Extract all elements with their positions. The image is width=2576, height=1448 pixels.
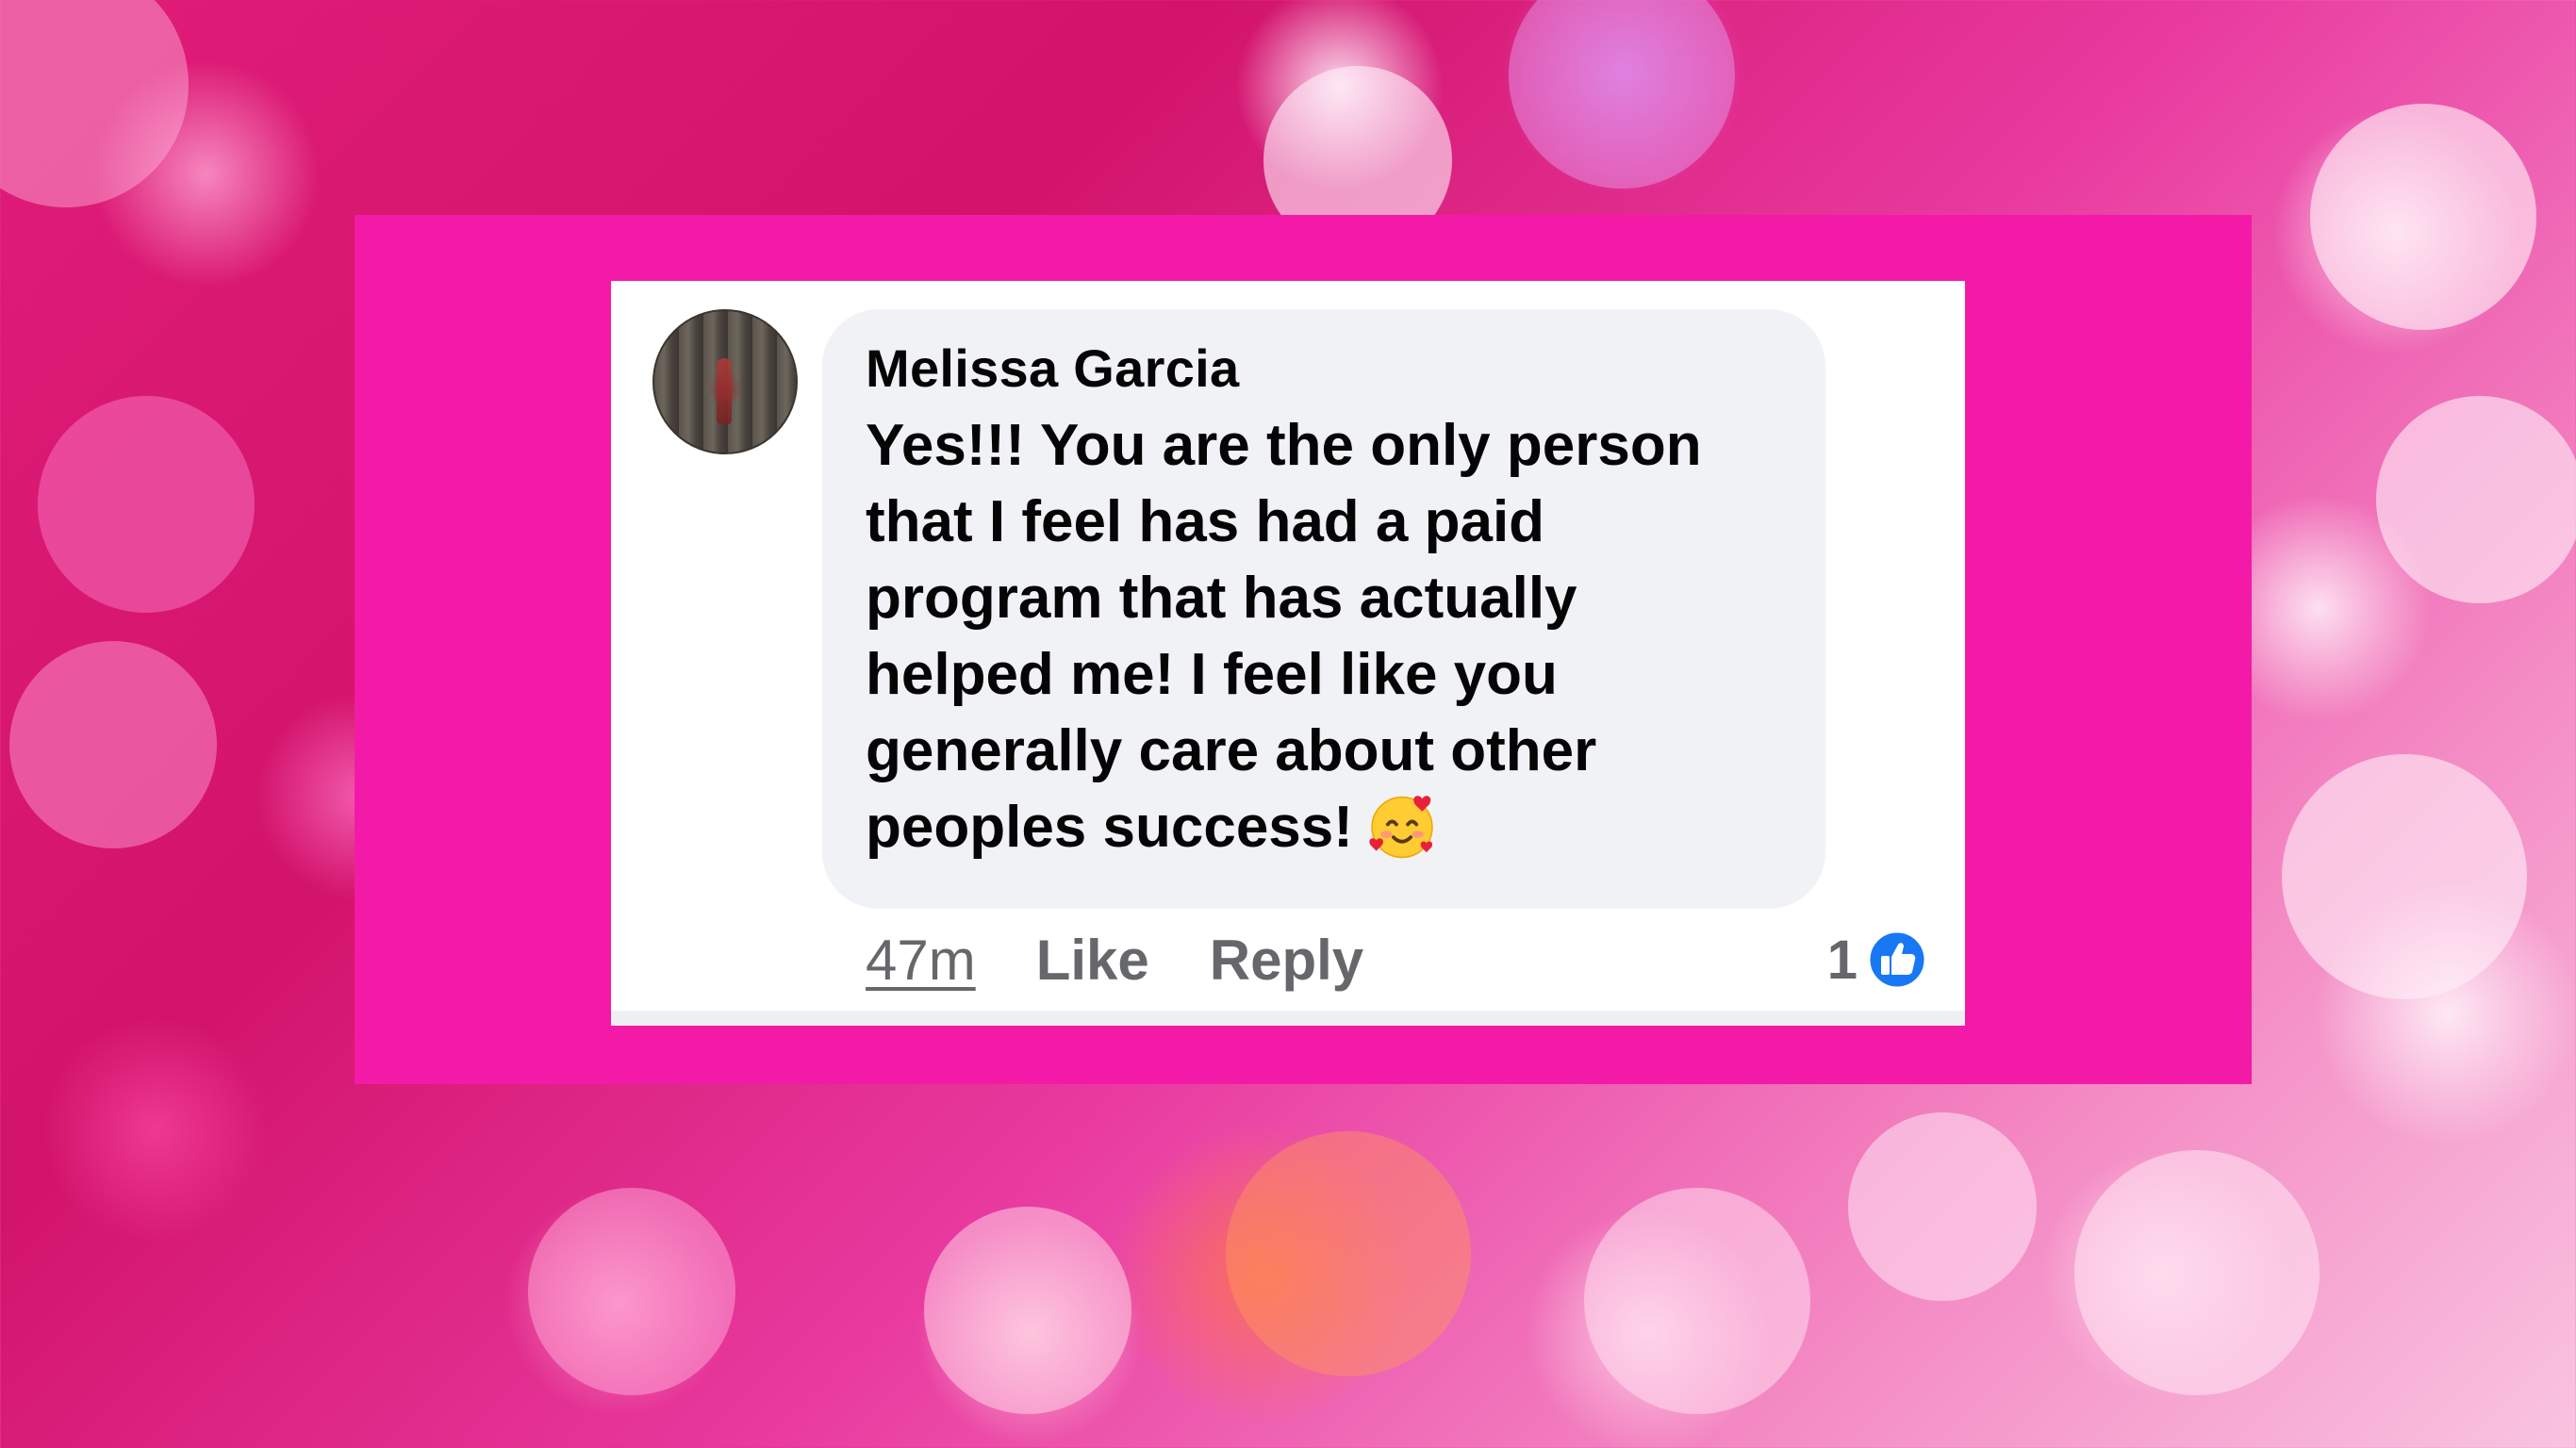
bokeh-background — [2376, 396, 2576, 603]
reply-button[interactable]: Reply — [1210, 928, 1363, 993]
bokeh-background — [1509, 0, 1735, 189]
bokeh-background — [1226, 1131, 1471, 1376]
reaction-count: 1 — [1826, 929, 1858, 991]
avatar-figure — [717, 358, 732, 424]
bokeh-background — [0, 0, 189, 207]
bokeh-background — [2074, 1150, 2320, 1395]
comment-text: Yes!!! You are the only person that I fe… — [866, 407, 1808, 867]
bokeh-background — [528, 1188, 735, 1395]
thumbs-up-icon — [1867, 930, 1927, 990]
comment-line: helped me! I feel like you — [866, 642, 1558, 707]
author-name[interactable]: Melissa Garcia — [866, 337, 1239, 399]
bokeh-background — [2282, 754, 2527, 999]
bokeh-background — [1848, 1112, 2037, 1301]
bokeh-background — [9, 641, 217, 848]
comment-line-last: peoples success! — [866, 789, 1808, 867]
avatar[interactable] — [652, 309, 798, 454]
comment-line: peoples success! — [866, 795, 1353, 860]
comment-bubble: Melissa Garcia Yes!!! You are the only p… — [822, 309, 1825, 909]
reaction-summary[interactable]: 1 — [1827, 922, 1927, 997]
like-button[interactable]: Like — [1036, 928, 1149, 993]
bokeh-background — [2310, 104, 2536, 330]
comment-actions: 47m Like Reply — [866, 922, 1363, 997]
comment-card: Melissa Garcia Yes!!! You are the only p… — [611, 281, 1965, 1026]
comment-line: generally care about other — [866, 718, 1597, 783]
bokeh-background — [38, 396, 255, 613]
bokeh-background — [924, 1207, 1131, 1414]
timestamp-link[interactable]: 47m — [866, 928, 976, 993]
card-divider — [611, 1011, 1965, 1026]
comment-line: that I feel has had a paid — [866, 489, 1545, 554]
comment-line: program that has actually — [866, 566, 1577, 631]
comment-line: Yes!!! You are the only person — [866, 413, 1702, 478]
smiling-face-with-hearts-icon — [1369, 795, 1433, 858]
bokeh-background — [1584, 1188, 1810, 1414]
